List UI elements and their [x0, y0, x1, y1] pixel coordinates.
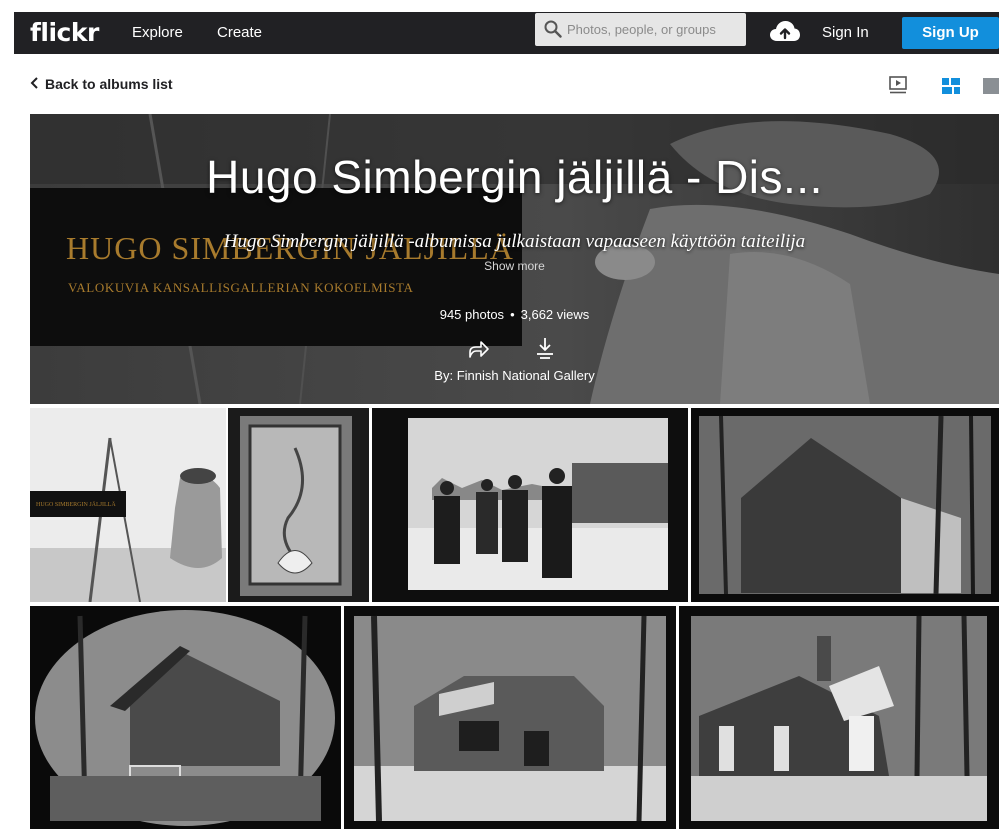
top-bar: flickr Explore Create Sign In Sign Up — [0, 0, 999, 62]
back-label: Back to albums list — [45, 76, 173, 92]
album-subbar: Back to albums list — [0, 62, 999, 112]
overlay-subtitle: VALOKUVIA KANSALLISGALLERIAN KOKOELMISTA — [68, 280, 414, 295]
download-icon[interactable] — [535, 337, 555, 359]
show-more-link[interactable]: Show more — [30, 259, 999, 273]
album-title: Hugo Simbergin jäljillä - Dis... — [206, 151, 823, 203]
back-to-albums-link[interactable]: Back to albums list — [30, 76, 173, 92]
photo-tile[interactable]: HUGO SIMBERGIN JÄLJILLÄ — [30, 408, 226, 602]
photo-count: 945 photos — [439, 307, 505, 322]
single-view-icon[interactable] — [983, 78, 999, 94]
photo-wooden-house-on-posts — [30, 606, 341, 829]
photo-tile[interactable] — [372, 408, 688, 602]
nav-explore[interactable]: Explore — [132, 24, 183, 41]
cloud-upload-icon[interactable] — [769, 19, 801, 43]
photo-four-men-in-snow — [372, 408, 688, 602]
sign-in-link[interactable]: Sign In — [822, 24, 869, 41]
slideshow-icon[interactable] — [889, 76, 907, 94]
grid-view-icon[interactable] — [942, 78, 960, 94]
album-stats: 945 photos • 3,662 views — [439, 307, 590, 322]
thumb-overlay-text: HUGO SIMBERGIN JÄLJILLÄ — [36, 501, 116, 508]
flickr-logo[interactable]: flickr — [30, 18, 99, 47]
global-nav: flickr Explore Create Sign In Sign Up — [14, 12, 999, 54]
photo-tile[interactable] — [30, 606, 341, 829]
album-owner-link[interactable]: By: Finnish National Gallery — [30, 368, 999, 383]
photo-tile[interactable] — [344, 606, 676, 829]
photo-villa-with-greenhouse — [344, 606, 676, 829]
search-icon[interactable] — [544, 20, 562, 38]
search-box[interactable] — [535, 13, 746, 46]
sign-up-button[interactable]: Sign Up — [902, 17, 999, 49]
album-description: Hugo Simbergin jäljillä -albumissa julka… — [223, 231, 806, 252]
photo-painter-at-easel: HUGO SIMBERGIN JÄLJILLÄ — [30, 408, 226, 602]
photo-cottage-with-chimney — [679, 606, 999, 829]
chevron-left-icon — [30, 77, 38, 89]
photo-tile[interactable] — [679, 606, 999, 829]
album-hero: HUGO SIMBERGIN JÄLJILLÄ VALOKUVIA KANSAL… — [30, 114, 999, 404]
search-input[interactable] — [567, 13, 743, 46]
view-count: 3,662 views — [520, 307, 590, 322]
photo-tile[interactable] — [228, 408, 369, 602]
share-icon[interactable] — [468, 338, 490, 360]
nav-create[interactable]: Create — [217, 24, 262, 41]
photo-cabin-in-forest — [691, 408, 999, 602]
photo-tile[interactable] — [691, 408, 999, 602]
photo-stained-glass-window — [228, 408, 369, 602]
